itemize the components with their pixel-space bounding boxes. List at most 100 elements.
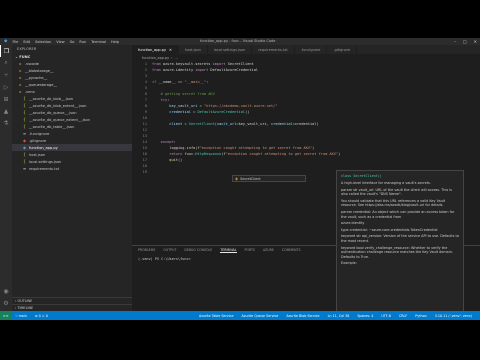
breadcrumb-file[interactable]: function_app.py bbox=[142, 56, 169, 60]
breadcrumb-symbol[interactable]: ... bbox=[175, 56, 178, 60]
editor-tab[interactable]: .gitignore bbox=[327, 45, 358, 54]
editor-tab[interactable]: .funcignore bbox=[295, 45, 328, 54]
azure-icon[interactable]: ▲ bbox=[0, 105, 12, 117]
settings-gear-icon[interactable]: ⚙ bbox=[0, 297, 12, 309]
status-item[interactable]: Spaces: 4 bbox=[353, 314, 377, 318]
line-number: 3 bbox=[144, 74, 147, 78]
line-number: 12 bbox=[142, 128, 147, 132]
line-number: 16 bbox=[142, 152, 147, 156]
git-icon: ◆ bbox=[22, 138, 27, 143]
editor-tab[interactable]: function_app.py ✕ bbox=[132, 45, 179, 54]
close-icon[interactable]: ✕ bbox=[474, 39, 477, 44]
timeline-section[interactable]: › TIMELINE bbox=[12, 304, 132, 311]
source-control-icon[interactable]: ⑂ bbox=[0, 69, 12, 81]
file-tree-label: host.json bbox=[29, 152, 46, 157]
chevron-down-icon: ⌄ bbox=[15, 54, 19, 59]
panel-tab[interactable]: AZURE bbox=[263, 248, 274, 252]
outline-section[interactable]: › OUTLINE bbox=[12, 297, 132, 304]
file-tree-item[interactable]: ≡ .funcignore bbox=[12, 130, 132, 137]
file-tree-item[interactable]: ◆ function_app.py bbox=[12, 144, 132, 151]
file-tree-item[interactable]: {__azurite_db_queue__.json bbox=[12, 109, 132, 116]
file-tree-item[interactable]: {__azurite_db_queue_extent__.json bbox=[12, 116, 132, 123]
hover-doc-text: You should validate that this URL refere… bbox=[341, 198, 446, 208]
status-item[interactable]: Azurite Blob Service bbox=[282, 314, 323, 318]
menu-edit[interactable]: Edit bbox=[23, 40, 30, 44]
code-token: from bbox=[152, 68, 161, 72]
code-token: except bbox=[152, 140, 174, 144]
folder-icon: ▸ bbox=[19, 61, 22, 66]
line-number: 14 bbox=[142, 140, 147, 144]
status-item[interactable]: Python bbox=[411, 314, 430, 318]
vscode-window: ◆ File Edit Selection View Go Run Termin… bbox=[0, 38, 480, 320]
menu-go[interactable]: Go bbox=[70, 40, 75, 44]
code-token: logging. bbox=[152, 146, 187, 150]
file-tree-label: __azurite_db_blob__.json bbox=[29, 96, 74, 101]
extensions-icon[interactable]: ⊞ bbox=[0, 93, 12, 105]
close-tab-icon[interactable]: ✕ bbox=[169, 48, 172, 52]
menu-file[interactable]: File bbox=[12, 40, 18, 44]
panel-tab[interactable]: TERMINAL bbox=[220, 248, 237, 253]
maximize-icon[interactable]: □ bbox=[463, 39, 467, 44]
code-token: HttpResponse bbox=[195, 152, 222, 156]
code-editor[interactable]: 1 from azure.keyvault.secrets import Secr… bbox=[132, 61, 480, 175]
file-tree-item[interactable]: {local.settings.json bbox=[12, 158, 132, 165]
file-tree-item[interactable]: ◆ .gitignore bbox=[12, 137, 132, 144]
menu-terminal[interactable]: Terminal bbox=[91, 40, 106, 44]
file-tree-item[interactable]: ▸ .vscode bbox=[12, 60, 132, 67]
json-icon: { bbox=[23, 124, 26, 129]
status-item[interactable]: Azurite Table Service bbox=[195, 314, 237, 318]
menu-run[interactable]: Run bbox=[79, 40, 86, 44]
file-tree-label: .vscode bbox=[25, 61, 39, 66]
file-tree-item[interactable]: {host.json bbox=[12, 151, 132, 158]
file-tree-item[interactable]: ▸ .venv bbox=[12, 88, 132, 95]
file-tree-item[interactable]: {__azurite_db_table__.json bbox=[12, 123, 132, 130]
panel-tab[interactable]: PROBLEMS bbox=[138, 248, 155, 252]
minimize-icon[interactable]: – bbox=[454, 39, 456, 44]
editor-tab[interactable]: host.json bbox=[179, 45, 208, 54]
project-folder[interactable]: ⌄ FUNC bbox=[12, 53, 132, 60]
code-token: func. bbox=[182, 152, 196, 156]
editor-tab[interactable]: requirements.txt bbox=[252, 45, 295, 54]
code-token: : bbox=[167, 98, 170, 102]
explorer-icon[interactable]: ❐ bbox=[0, 45, 12, 57]
status-item[interactable]: CRLF bbox=[395, 314, 411, 318]
window-title: function_app.py - func - Visual Studio C… bbox=[200, 39, 276, 43]
status-item[interactable]: Ln 11, Col 38 bbox=[324, 314, 354, 318]
file-tree-item[interactable]: {__azurite_db_blob__.json bbox=[12, 95, 132, 102]
branch-status[interactable]: ⑂ main bbox=[12, 314, 31, 318]
folder-icon: ▸ bbox=[19, 89, 22, 94]
file-tree-label: __azurite_db_table__.json bbox=[29, 124, 75, 129]
hover-doc-text: keyword str api_version: Version of the … bbox=[341, 234, 459, 243]
explorer-sidebar: EXPLORER ⌄ FUNC ▸ .vscode ▸ __blobstorage__… bbox=[12, 45, 132, 311]
menu-selection[interactable]: Selection bbox=[35, 40, 51, 44]
editor-tab[interactable]: local.settings.json bbox=[208, 45, 253, 54]
search-icon[interactable]: ⌕ bbox=[0, 57, 12, 69]
autocomplete-suggestion[interactable]: ◈ SecretClient bbox=[232, 175, 306, 182]
problems-status[interactable]: ⊗ 0 ⚠ 0 bbox=[31, 314, 52, 318]
run-debug-icon[interactable]: ▷ bbox=[0, 81, 12, 93]
menu-view[interactable]: View bbox=[56, 40, 64, 44]
hover-doc-text: keyword bool verify_challenge_resource: … bbox=[341, 245, 453, 259]
file-tree-item[interactable]: ≡ requirements.txt bbox=[12, 165, 132, 172]
status-item[interactable]: Azurite Queue Service bbox=[238, 314, 283, 318]
file-tree-item[interactable]: ▸ __blobstorage__ bbox=[12, 67, 132, 74]
panel-tab[interactable]: DEBUG CONSOLE bbox=[184, 248, 212, 252]
code-token: "https://akvdemo.vault.azure.net/" bbox=[203, 104, 278, 108]
file-tree-label: __azurite_db_queue__.json bbox=[29, 110, 77, 115]
remote-indicator[interactable]: >< bbox=[0, 311, 12, 320]
activity-bar: ❐ ⌕ ⑂ ▷ ⊞ ▲ ⚗ ◉ ⚙ bbox=[0, 45, 12, 311]
file-tree-item[interactable]: ▸ __queuestorage__ bbox=[12, 81, 132, 88]
code-token: info bbox=[186, 146, 196, 150]
file-tree-item[interactable]: ▸ __pycache__ bbox=[12, 74, 132, 81]
status-item[interactable]: 3.10.11 ('.venv': venv) bbox=[431, 314, 476, 318]
account-icon[interactable]: ◉ bbox=[0, 285, 12, 297]
menu-help[interactable]: Help bbox=[111, 40, 119, 44]
panel-tab[interactable]: OUTPUT bbox=[163, 248, 176, 252]
file-tree-item[interactable]: {__azurite_db_blob_extent__.json bbox=[12, 102, 132, 109]
panel-tab[interactable]: PORTS bbox=[245, 248, 255, 252]
status-bar: >< ⑂ main ⊗ 0 ⚠ 0 Azurite Table Service A… bbox=[0, 311, 480, 320]
testing-icon[interactable]: ⚗ bbox=[0, 117, 12, 129]
panel-tab[interactable]: COMMENTS bbox=[282, 248, 301, 252]
file-tree-label: requirements.txt bbox=[29, 166, 60, 171]
status-item[interactable]: UTF-8 bbox=[377, 314, 395, 318]
